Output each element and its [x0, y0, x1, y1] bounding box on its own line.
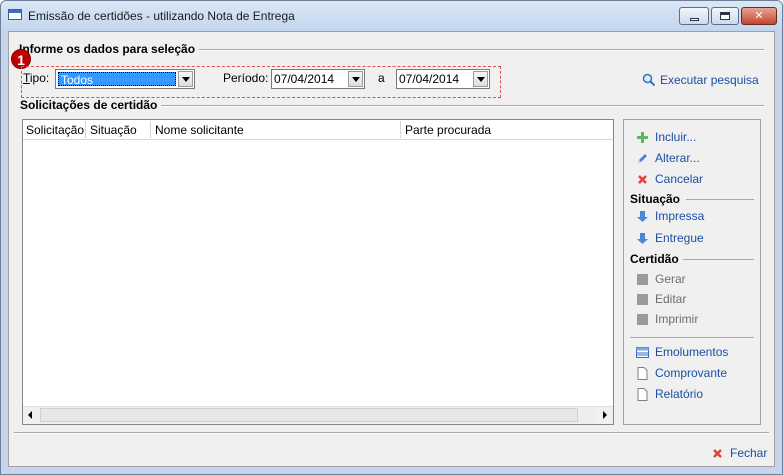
column-divider [400, 121, 401, 138]
imprimir-label: Imprimir [655, 312, 699, 326]
actions-panel: Incluir... Alterar... Cancelar Situação … [623, 119, 761, 425]
comprovante-label: Comprovante [655, 366, 728, 380]
table-icon [636, 347, 649, 358]
incluir-label: Incluir... [655, 130, 697, 144]
client-area: Informe os dados para seleção 1 Tipo: To… [8, 31, 775, 467]
fechar-label: Fechar [730, 446, 768, 460]
chevron-down-icon[interactable] [473, 71, 488, 87]
periodo-label: Período: [223, 71, 269, 85]
search-icon [642, 73, 656, 87]
gray-square-icon [637, 314, 648, 325]
main-window: Emissão de certidões - utilizando Nota d… [0, 0, 783, 475]
reports-divider [630, 337, 754, 338]
entregue-label: Entregue [655, 231, 704, 245]
tipo-select[interactable]: Todos [55, 69, 195, 89]
tipo-select-value: Todos [58, 72, 176, 87]
column-divider [150, 121, 151, 138]
emolumentos-label: Emolumentos [655, 345, 729, 359]
execute-search-label: Executar pesquisa [660, 73, 759, 87]
periodo-start-value: 07/04/2014 [274, 72, 335, 86]
tipo-label: Tipo: [23, 71, 50, 85]
column-header-parte-procurada[interactable]: Parte procurada [405, 123, 491, 137]
requests-section-divider [159, 105, 764, 107]
window-title: Emissão de certidões - utilizando Nota d… [28, 9, 295, 23]
requests-table-header: Solicitação Situação Nome solicitante Pa… [23, 120, 613, 140]
footer-divider [14, 432, 769, 434]
scroll-thumb[interactable] [40, 408, 578, 422]
certidao-divider [682, 259, 754, 260]
certidao-group-title: Certidão [630, 252, 683, 266]
relatorio-label: Relatório [655, 387, 704, 401]
arrow-down-icon [637, 211, 648, 222]
window-app-icon [8, 9, 22, 20]
editar-label: Editar [655, 292, 687, 306]
tipo-label-text: ipo: [29, 71, 50, 85]
impressa-label: Impressa [655, 209, 705, 223]
cancel-x-icon [638, 175, 647, 184]
gray-square-icon [637, 294, 648, 305]
plus-icon [637, 132, 648, 143]
chevron-down-icon[interactable] [178, 71, 193, 87]
filter-section-title: Informe os dados para seleção [19, 42, 200, 56]
periodo-end-value: 07/04/2014 [399, 72, 460, 86]
minimize-button[interactable] [679, 7, 709, 25]
title-bar[interactable]: Emissão de certidões - utilizando Nota d… [1, 1, 782, 31]
fechar-button[interactable]: Fechar [711, 446, 771, 462]
close-window-button[interactable]: ✕ [741, 7, 777, 25]
scroll-right-button[interactable] [596, 407, 613, 424]
requests-section-title: Solicitações de certidão [20, 98, 162, 112]
pencil-icon [638, 154, 647, 163]
close-icon: ✕ [754, 9, 764, 22]
periodo-start-date[interactable]: 07/04/2014 [271, 69, 365, 89]
maximize-button[interactable] [711, 7, 739, 25]
scroll-left-button[interactable] [23, 407, 40, 424]
execute-search-button[interactable]: Executar pesquisa [642, 73, 762, 89]
minimize-icon [690, 18, 699, 21]
maximize-icon [720, 12, 730, 20]
alterar-label: Alterar... [655, 151, 700, 165]
cancelar-label: Cancelar [655, 172, 704, 186]
document-icon [637, 388, 648, 401]
periodo-end-date[interactable]: 07/04/2014 [396, 69, 490, 89]
column-divider [85, 121, 86, 138]
situacao-group-title: Situação [630, 192, 685, 206]
close-x-icon [713, 449, 722, 458]
chevron-down-icon[interactable] [348, 71, 363, 87]
arrow-down-icon [637, 233, 648, 244]
requests-table[interactable]: Solicitação Situação Nome solicitante Pa… [22, 119, 614, 425]
column-header-solicitacao[interactable]: Solicitação [26, 123, 84, 137]
situacao-divider [686, 199, 754, 200]
column-header-situacao[interactable]: Situação [90, 123, 137, 137]
horizontal-scrollbar[interactable] [23, 406, 613, 424]
gerar-label: Gerar [655, 272, 686, 286]
column-header-nome-solicitante[interactable]: Nome solicitante [155, 123, 244, 137]
filter-section-divider [159, 49, 764, 51]
document-icon [637, 367, 648, 380]
periodo-separator: a [378, 71, 385, 85]
gray-square-icon [637, 274, 648, 285]
